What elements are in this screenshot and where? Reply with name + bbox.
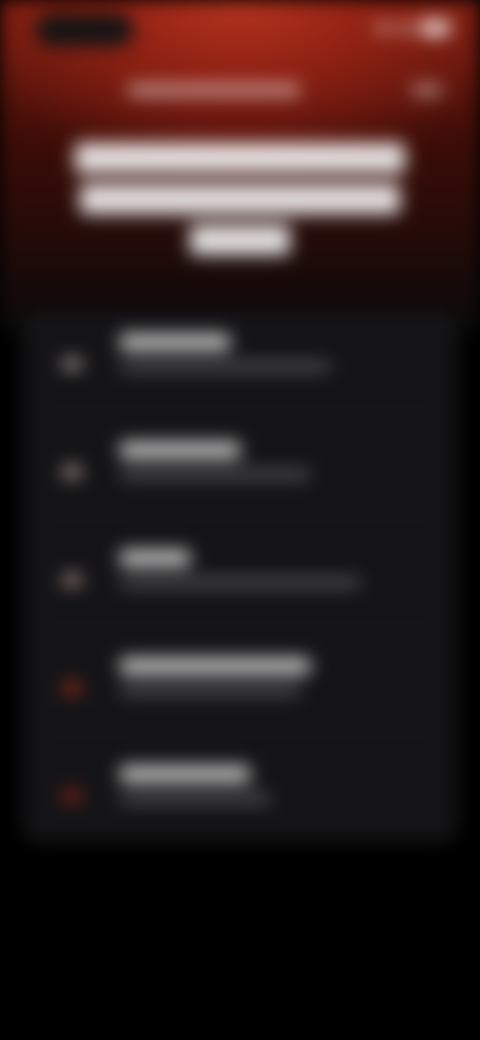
status-bar xyxy=(0,0,480,52)
chevron-up-icon xyxy=(50,664,94,708)
wifi-icon xyxy=(398,23,412,33)
list-item[interactable] xyxy=(22,312,458,410)
nav-title xyxy=(128,80,300,100)
page-headline xyxy=(60,132,420,266)
list-item-subtitle xyxy=(120,686,420,704)
list-item-title xyxy=(120,334,420,356)
divider xyxy=(42,733,438,734)
status-time xyxy=(36,14,134,46)
options-list xyxy=(22,312,458,842)
list-item[interactable] xyxy=(22,744,458,842)
chevron-up-icon xyxy=(50,556,94,600)
list-item-title xyxy=(120,766,420,788)
list-item-title xyxy=(120,658,420,680)
status-icons xyxy=(376,20,450,36)
list-item[interactable] xyxy=(22,636,458,734)
blurred-content xyxy=(0,0,480,1040)
list-item-title xyxy=(120,442,420,464)
list-item-subtitle xyxy=(120,470,420,488)
nav-action-button[interactable] xyxy=(404,80,442,100)
list-item-subtitle xyxy=(120,578,420,596)
list-item[interactable] xyxy=(22,420,458,518)
chevron-up-icon xyxy=(50,340,94,384)
battery-icon xyxy=(420,20,450,36)
list-item-subtitle xyxy=(120,362,420,380)
list-item-title xyxy=(120,550,420,572)
divider xyxy=(42,625,438,626)
signal-icon xyxy=(376,23,390,33)
screen xyxy=(0,0,480,1040)
chevron-up-icon xyxy=(50,448,94,492)
list-item-subtitle xyxy=(120,794,420,812)
divider xyxy=(42,517,438,518)
chevron-up-icon xyxy=(50,772,94,816)
list-item[interactable] xyxy=(22,528,458,626)
nav-bar xyxy=(0,70,480,110)
divider xyxy=(42,409,438,410)
